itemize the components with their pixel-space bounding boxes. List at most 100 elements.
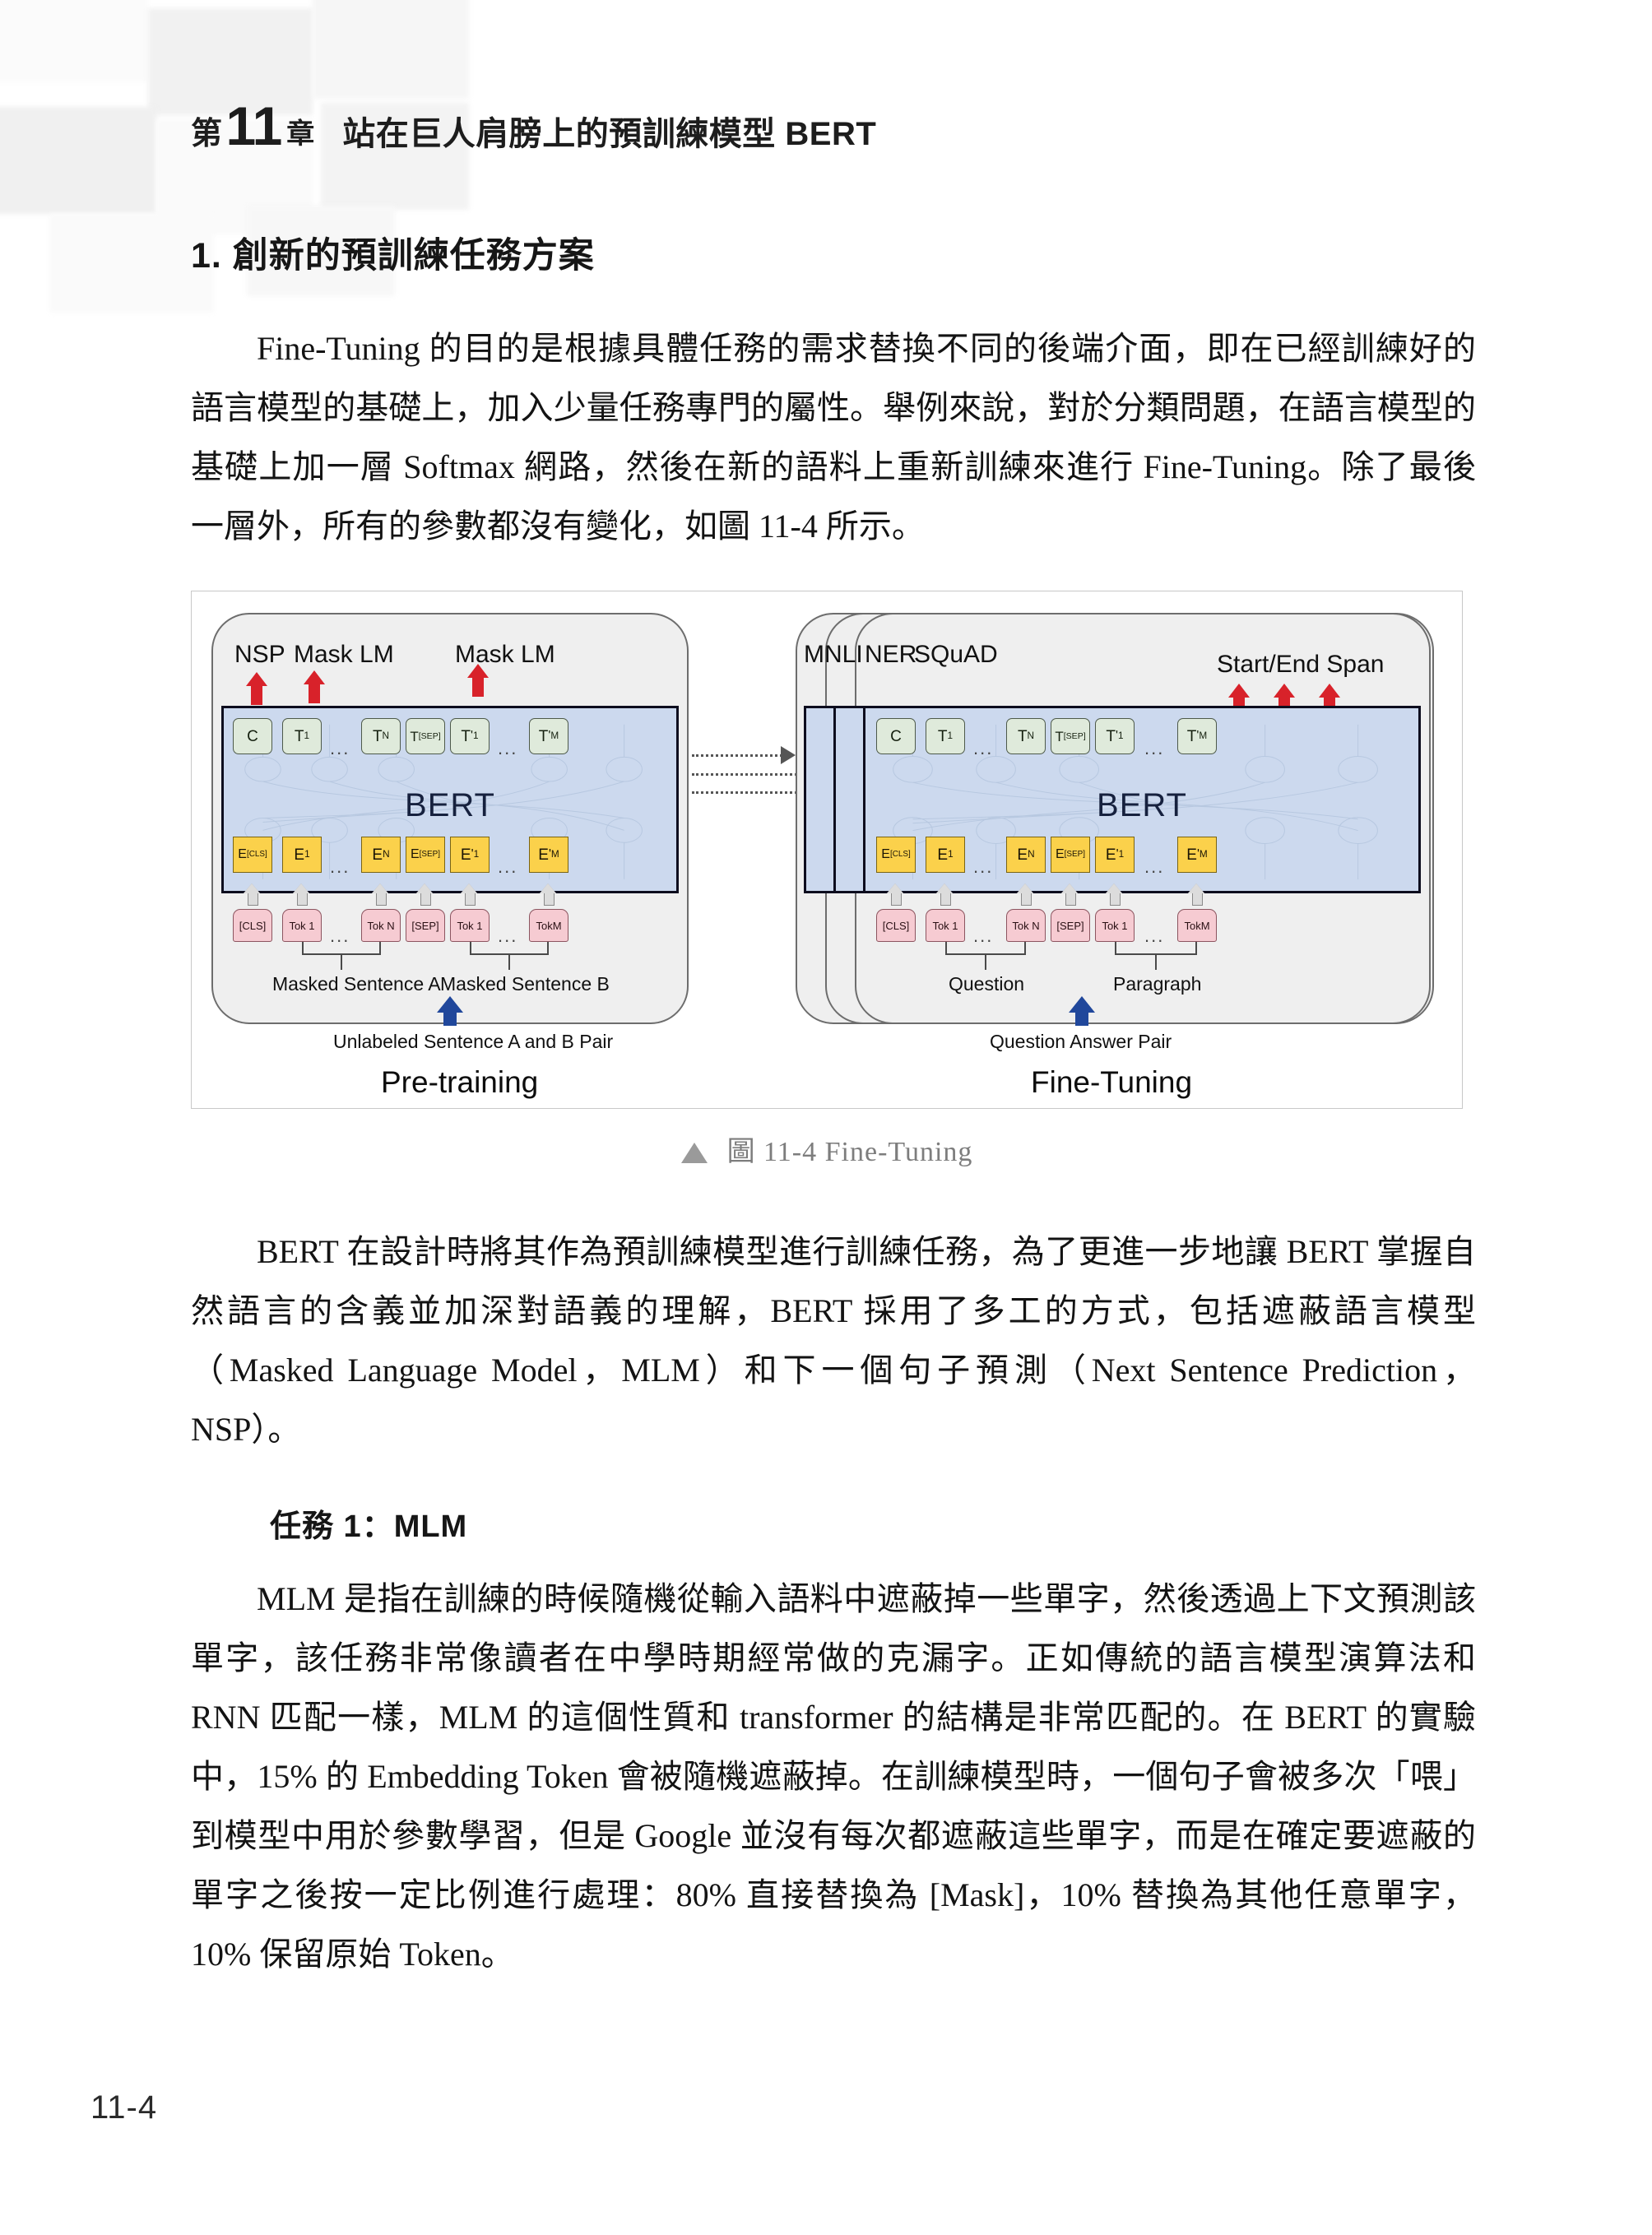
pretraining-t-cell-tsep: T [SEP]	[406, 718, 445, 754]
paragraph-two-text: BERT 在設計時將其作為預訓練模型進行訓練任務，為了更進一步地讓 BERT 掌…	[191, 1233, 1476, 1448]
blue-arrow-pretraining-input	[437, 996, 463, 1027]
red-arrow-span-start	[1228, 684, 1250, 716]
finetuning-tok-1: Tok 1	[926, 909, 965, 942]
label-nsp: NSP	[234, 641, 285, 668]
red-arrow-span-mid	[1274, 684, 1295, 716]
finetuning-tok-sep: [SEP]	[1051, 909, 1090, 942]
gray-arrow-pretrain-3	[372, 883, 389, 906]
finetuning-t-cell-c: C	[876, 718, 916, 754]
gray-arrow-pretrain-1	[244, 883, 261, 906]
pretraining-t-cell-tn: TN	[361, 718, 401, 754]
finetuning-e-cell-emp: E ' M	[1177, 837, 1217, 873]
label-question-answer-pair: Question Answer Pair	[990, 1031, 1172, 1052]
label-unlabeled-sentence-pair: Unlabeled Sentence A and B Pair	[333, 1031, 614, 1052]
pretraining-e-cell-en: EN	[361, 837, 401, 873]
paragraph-three-text: MLM 是指在訓練的時候隨機從輸入語料中遮蔽掉一些單字，然後透過上下文預測該單字…	[191, 1580, 1476, 1973]
label-masked-sentence-b: Masked Sentence B	[440, 973, 610, 995]
bracket-stem-paragraph	[1155, 955, 1157, 970]
finetuning-t-cell-tn: TN	[1006, 718, 1046, 754]
gray-arrow-finetune-4	[1061, 883, 1079, 906]
connector-line-1	[692, 754, 782, 757]
pretraining-tok-m: TokM	[529, 909, 568, 942]
gray-arrow-finetune-2	[936, 883, 954, 906]
finetuning-t-cell-tsep: T [SEP]	[1051, 718, 1090, 754]
finetuning-tok-m: TokM	[1177, 909, 1217, 942]
paragraph-two: BERT 在設計時將其作為預訓練模型進行訓練任務，為了更進一步地讓 BERT 掌…	[191, 1222, 1476, 1459]
label-start-end-span: Start/End Span	[1217, 651, 1385, 678]
pretraining-t-cell-c: C	[233, 718, 272, 754]
pretraining-e-cell-esep: E [SEP]	[406, 837, 445, 873]
finetuning-e-cell-e1: E1	[926, 837, 965, 873]
running-head-chapter-number: 11	[225, 95, 283, 156]
pretraining-e-cell-emp: E ' M	[529, 837, 568, 873]
paragraph-one: Fine-Tuning 的目的是根據具體任務的需求替換不同的後端介面，即在已經訓…	[191, 319, 1476, 556]
connector-arrowhead-1	[781, 746, 796, 764]
finetuning-e-cell-esep: E [SEP]	[1051, 837, 1090, 873]
finetuning-t-ellipsis-2: ...	[1144, 738, 1165, 758]
label-task-ner: NER	[865, 641, 917, 668]
pretraining-bert-label: BERT	[405, 787, 495, 823]
pretraining-e-cell-cls: E [CLS]	[233, 837, 272, 873]
gray-arrow-pretrain-6	[540, 883, 557, 906]
running-head-prefix: 第	[191, 117, 223, 151]
finetuning-t-cell-tmp: T ' M	[1177, 718, 1217, 754]
finetuning-tok-cls: [CLS]	[876, 909, 916, 942]
section-heading: 1. 創新的預訓練任務方案	[191, 236, 595, 276]
pretraining-e-ellipsis-1: ...	[330, 856, 350, 877]
finetuning-e-ellipsis-1: ...	[973, 856, 994, 877]
bracket-question	[945, 942, 1026, 955]
connector-line-2	[692, 773, 811, 776]
gray-arrow-pretrain-2	[293, 883, 310, 906]
pretraining-t-cell-t1: T1	[282, 718, 322, 754]
page-number: 11-4	[90, 2089, 158, 2126]
pretraining-tok-cls: [CLS]	[233, 909, 272, 942]
red-arrow-mask-lm-2	[467, 664, 489, 707]
label-paragraph: Paragraph	[1113, 973, 1202, 995]
finetuning-t-ellipsis-1: ...	[973, 738, 994, 758]
finetuning-t-cell-t1: T1	[926, 718, 965, 754]
label-task-mnli: MNLI	[804, 641, 863, 668]
label-task-squad: SQuAD	[914, 641, 998, 668]
label-masked-sentence-a: Masked Sentence A	[272, 973, 441, 995]
running-head: 第 11 章 站在巨人肩膀上的預訓練模型 BERT	[191, 79, 1474, 153]
bracket-stem-a	[341, 955, 342, 970]
gray-arrow-finetune-1	[887, 883, 904, 906]
gray-arrow-finetune-6	[1188, 883, 1205, 906]
pretraining-e-cell-e1: E1	[282, 837, 322, 873]
sub-heading-task-mlm: 任務 1：MLM	[270, 1509, 468, 1544]
gray-arrow-pretrain-4	[416, 883, 434, 906]
running-head-title: 站在巨人肩膀上的預訓練模型 BERT	[342, 116, 877, 152]
pretraining-tok-n: Tok N	[361, 909, 401, 942]
gray-arrow-pretrain-5	[461, 883, 478, 906]
finetuning-e-cell-cls: E [CLS]	[876, 837, 916, 873]
caption-pre-training: Pre-training	[381, 1065, 539, 1099]
pretraining-tok-sep: [SEP]	[406, 909, 445, 942]
red-arrow-mask-lm-1	[304, 670, 325, 707]
finetuning-e-ellipsis-2: ...	[1144, 856, 1165, 877]
caption-fine-tuning: Fine-Tuning	[1031, 1065, 1193, 1099]
finetuning-e-cell-en: EN	[1006, 837, 1046, 873]
gray-arrow-finetune-5	[1106, 883, 1123, 906]
bracket-stem-b	[508, 955, 510, 970]
bracket-masked-sentence-a	[302, 942, 381, 955]
finetuning-tok-1b: Tok 1	[1095, 909, 1135, 942]
pretraining-tok-1: Tok 1	[282, 909, 322, 942]
running-head-unit: 章	[286, 118, 315, 150]
pretraining-t-ellipsis-2: ...	[498, 738, 518, 758]
finetuning-bert-label: BERT	[1097, 787, 1187, 823]
pretraining-tok-1b: Tok 1	[450, 909, 490, 942]
paragraph-three: MLM 是指在訓練的時候隨機從輸入語料中遮蔽掉一些單字，然後透過上下文預測該單字…	[191, 1570, 1476, 1984]
pretraining-t-ellipsis-1: ...	[330, 738, 350, 758]
figure-caption-text: 圖 11-4 Fine-Tuning	[726, 1137, 973, 1167]
bracket-stem-question	[985, 955, 986, 970]
finetuning-tok-n: Tok N	[1006, 909, 1046, 942]
blue-arrow-finetuning-input	[1069, 996, 1095, 1027]
finetuning-t-cell-t1p: T ' 1	[1095, 718, 1135, 754]
bracket-paragraph	[1115, 942, 1197, 955]
label-question: Question	[949, 973, 1025, 995]
figure-caption: 圖 11-4 Fine-Tuning	[191, 1129, 1463, 1169]
pretraining-t-cell-t1p: T ' 1	[450, 718, 490, 754]
label-mask-lm-1: Mask LM	[294, 641, 394, 668]
figure-bert-pretraining-finetuning: NSP Mask LM Mask LM BERT C T1 ... TN T [S…	[191, 591, 1463, 1109]
gray-arrow-finetune-3	[1017, 883, 1034, 906]
